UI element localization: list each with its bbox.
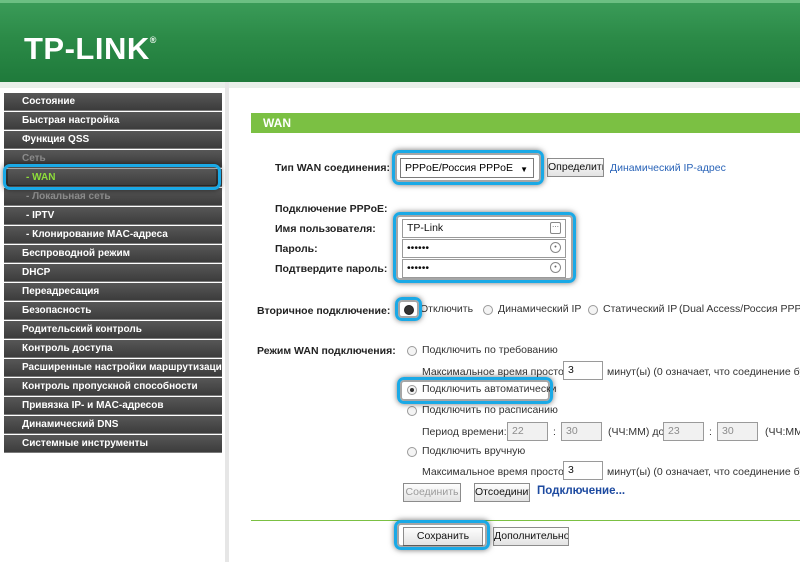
sidebar-item-lan[interactable]: - Локальная сеть <box>4 188 222 206</box>
wan-type-label: Тип WAN соединения: <box>275 162 390 174</box>
mode-manual-radio[interactable] <box>407 447 417 457</box>
password-field[interactable]: •••••• • <box>402 239 566 258</box>
sidebar-item-quick-setup[interactable]: Быстрая настройка <box>4 112 222 130</box>
sidebar-item-ip-mac-binding[interactable]: Привязка IP- и MAC-адресов <box>4 397 222 415</box>
sidebar-item-parental-control[interactable]: Родительский контроль <box>4 321 222 339</box>
reveal-icon: • <box>550 262 561 273</box>
secondary-dynamic-label: Динамический IP <box>498 303 582 315</box>
idle-time-note-manual: минут(ы) (0 означает, что соединение буд… <box>607 466 800 478</box>
connect-button[interactable]: Соединить <box>403 483 461 502</box>
period-format-2: (ЧЧ:ММ) <box>765 426 800 438</box>
username-field[interactable]: TP-Link ⋯ <box>402 219 566 238</box>
footer-divider <box>251 520 800 521</box>
period-separator: : <box>553 426 556 438</box>
mode-schedule-label: Подключить по расписанию <box>422 404 558 416</box>
secondary-disable-label: Отключить <box>420 303 474 315</box>
secondary-disable-radio[interactable] <box>404 305 414 315</box>
mode-on-demand-label: Подключить по требованию <box>422 344 558 356</box>
sidebar-item-status[interactable]: Состояние <box>4 93 222 111</box>
keyboard-icon: ⋯ <box>550 222 561 234</box>
sidebar-item-forwarding[interactable]: Переадресация <box>4 283 222 301</box>
sidebar-item-advanced-routing[interactable]: Расширенные настройки маршрутизации <box>4 359 222 377</box>
password-label: Пароль: <box>275 243 318 255</box>
sidebar-item-wireless[interactable]: Беспроводной режим <box>4 245 222 263</box>
pppoe-heading: Подключение PPPoE: <box>275 203 388 215</box>
mode-schedule-radio[interactable] <box>407 406 417 416</box>
sidebar-item-access-control[interactable]: Контроль доступа <box>4 340 222 358</box>
sidebar-menu: Состояние Быстрая настройка Функция QSS … <box>4 93 222 562</box>
mode-auto-label: Подключить автоматически <box>422 383 557 395</box>
advanced-button[interactable]: Дополнительно <box>493 527 569 546</box>
confirm-password-field[interactable]: •••••• • <box>402 259 566 278</box>
sidebar-separator <box>225 82 229 562</box>
header-banner: TP-LINK® <box>0 0 800 82</box>
username-label: Имя пользователя: <box>275 223 376 235</box>
period-to-minute[interactable]: 30 <box>717 422 758 441</box>
connection-mode-label: Режим WAN подключения: <box>257 345 396 357</box>
period-to-hour[interactable]: 23 <box>663 422 704 441</box>
sidebar-item-wan[interactable]: - WAN <box>4 169 222 187</box>
sidebar-item-network[interactable]: Сеть <box>4 150 222 168</box>
mode-auto-radio[interactable] <box>407 385 417 395</box>
period-label: Период времени:с <box>422 426 512 438</box>
idle-time-label-manual: Максимальное время простоя: <box>422 466 573 478</box>
sidebar-item-dhcp[interactable]: DHCP <box>4 264 222 282</box>
secondary-note: (Dual Access/Россия PPPoE) <box>679 303 800 315</box>
sidebar-item-mac-clone[interactable]: - Клонирование MAC-адреса <box>4 226 222 244</box>
page-title: WAN <box>251 113 800 133</box>
secondary-static-label: Статический IP <box>603 303 678 315</box>
mode-manual-label: Подключить вручную <box>422 445 526 457</box>
tp-link-logo: TP-LINK® <box>24 31 157 66</box>
secondary-dynamic-radio[interactable] <box>483 305 493 315</box>
wan-type-select[interactable]: PPPoE/Россия PPPoE ▼ <box>400 158 534 178</box>
dynamic-ip-link[interactable]: Динамический IP-адрес <box>610 162 726 174</box>
mode-on-demand-radio[interactable] <box>407 346 417 356</box>
idle-time-label: Максимальное время простоя: <box>422 366 573 378</box>
period-format-1: (ЧЧ:ММ) до <box>608 426 665 438</box>
secondary-static-radio[interactable] <box>588 305 598 315</box>
period-from-hour[interactable]: 22 <box>507 422 548 441</box>
sidebar-item-security[interactable]: Безопасность <box>4 302 222 320</box>
idle-time-field-manual[interactable]: 3 <box>563 461 603 480</box>
sidebar-item-ddns[interactable]: Динамический DNS <box>4 416 222 434</box>
idle-time-note: минут(ы) (0 означает, что соединение буд… <box>607 366 800 378</box>
chevron-down-icon: ▼ <box>520 165 528 174</box>
reveal-icon: • <box>550 242 561 253</box>
sidebar-item-bandwidth-control[interactable]: Контроль пропускной способности <box>4 378 222 396</box>
period-from-minute[interactable]: 30 <box>561 422 602 441</box>
sidebar-item-iptv[interactable]: - IPTV <box>4 207 222 225</box>
disconnect-button[interactable]: Отсоединить <box>474 483 530 502</box>
header-divider <box>0 82 800 88</box>
confirm-password-label: Подтвердите пароль: <box>275 263 388 275</box>
sidebar-item-qss[interactable]: Функция QSS <box>4 131 222 149</box>
idle-time-field[interactable]: 3 <box>563 361 603 380</box>
save-button[interactable]: Сохранить <box>403 527 483 546</box>
sidebar-item-system-tools[interactable]: Системные инструменты <box>4 435 222 453</box>
secondary-connection-label: Вторичное подключение: <box>257 305 391 317</box>
detect-button[interactable]: Определить <box>547 158 604 177</box>
connection-status: Подключение... <box>537 485 626 497</box>
period-separator: : <box>709 426 712 438</box>
